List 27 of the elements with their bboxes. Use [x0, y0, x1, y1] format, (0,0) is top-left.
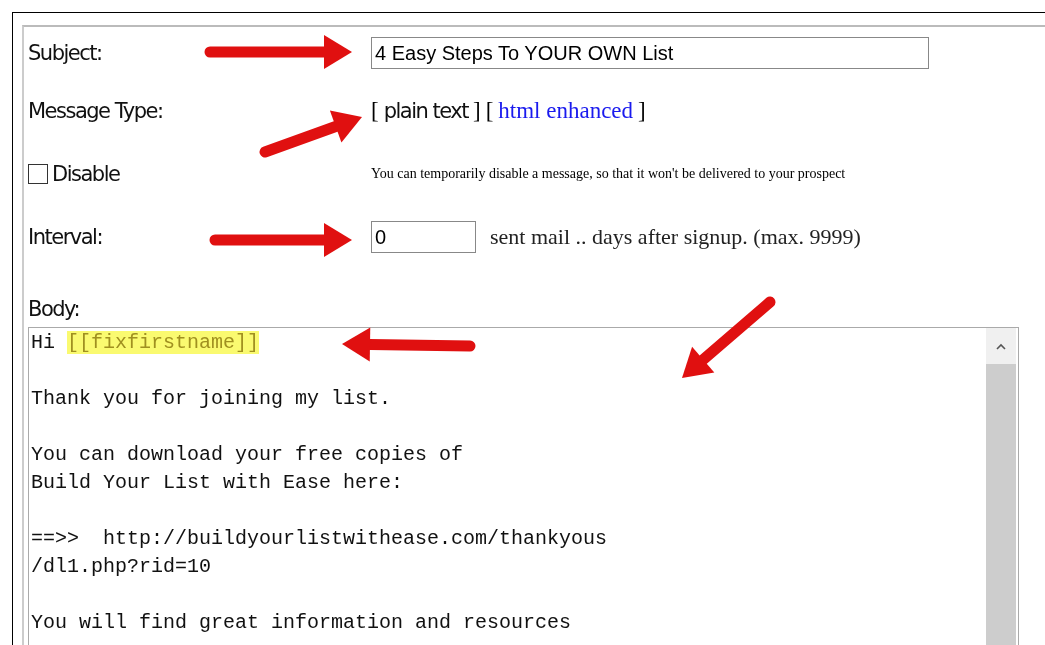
greeting-text: Hi	[31, 331, 55, 354]
body-label: Body:	[28, 297, 80, 321]
body-text-line: ==>> http://buildyourlistwithease.com/thankyous	[31, 527, 608, 550]
message-type-label: Message Type:	[28, 99, 163, 123]
interval-hint: sent mail .. days after signup. (max. 9999)	[490, 224, 861, 250]
disable-note: You can temporarily disable a message, so that it won't be delivered to your prospect	[371, 166, 846, 182]
interval-label: Interval:	[28, 225, 102, 249]
body-text-line: /dl1.php?rid=10	[31, 555, 212, 578]
body-textarea[interactable]	[28, 327, 1019, 645]
caret-up-icon	[996, 342, 1006, 350]
message-type-option[interactable]: html enhanced	[498, 98, 634, 124]
subject-label: Subject:	[28, 41, 102, 65]
merge-tag: [[fixfirstname]]	[67, 331, 260, 354]
subject-field[interactable]: 4 Easy Steps To YOUR OWN List	[371, 37, 929, 69]
scroll-up-button[interactable]	[986, 328, 1016, 364]
body-text-line: You will find great information and resources	[31, 611, 572, 634]
bracket-text: ]	[638, 98, 646, 124]
bracket-text: ]	[473, 98, 481, 124]
body-text-line: You can download your free copies of	[31, 443, 464, 466]
bracket-text: [	[371, 98, 379, 124]
interval-field[interactable]: 0	[371, 221, 476, 253]
body-text-line: Thank you for joining my list.	[31, 387, 392, 410]
body-text-line: Build Your List with Ease here:	[31, 471, 404, 494]
disable-checkbox[interactable]	[28, 164, 48, 184]
message-type-option[interactable]: plain text	[383, 99, 468, 123]
bracket-text: [	[485, 98, 494, 124]
disable-label: Disable	[52, 162, 120, 186]
